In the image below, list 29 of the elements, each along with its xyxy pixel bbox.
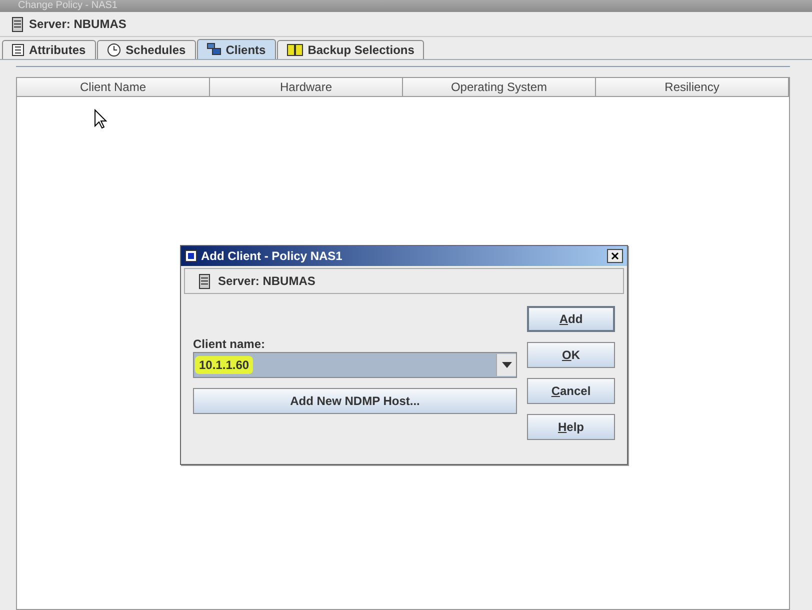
dialog-button[interactable]: Add <box>527 306 615 332</box>
tab[interactable]: Attributes <box>2 40 96 59</box>
server-label: Server: NBUMAS <box>29 17 126 31</box>
dialog-button[interactable]: Cancel <box>527 378 615 404</box>
window-title: Change Policy - NAS1 <box>0 0 812 12</box>
list-icon <box>12 44 24 56</box>
column-header[interactable]: Client Name <box>17 78 210 97</box>
close-icon <box>611 252 619 260</box>
window-icon <box>185 250 197 262</box>
server-icon <box>199 274 210 288</box>
dialog-title: Add Client - Policy NAS1 <box>201 249 344 263</box>
add-ndmp-host-button[interactable]: Add New NDMP Host... <box>193 388 517 414</box>
tab[interactable]: Clients <box>196 39 276 59</box>
column-header[interactable]: Resiliency <box>596 78 789 97</box>
column-header[interactable]: Operating System <box>403 78 596 97</box>
client-name-combobox[interactable]: 10.1.1.60 <box>193 352 517 378</box>
column-header[interactable]: Hardware <box>210 78 403 97</box>
close-button[interactable] <box>607 249 623 263</box>
files-icon <box>286 44 303 56</box>
tab[interactable]: Schedules <box>96 40 196 59</box>
server-label: Server: NBUMAS <box>218 274 316 288</box>
tab[interactable]: Backup Selections <box>276 40 424 59</box>
cursor-icon <box>94 109 107 129</box>
field-label: Client name: <box>193 337 266 351</box>
dialog-button[interactable]: Help <box>527 414 615 440</box>
dialog-button[interactable]: OK <box>527 342 615 368</box>
server-icon <box>12 16 23 32</box>
computers-icon <box>206 43 221 56</box>
clock-icon <box>106 43 121 57</box>
